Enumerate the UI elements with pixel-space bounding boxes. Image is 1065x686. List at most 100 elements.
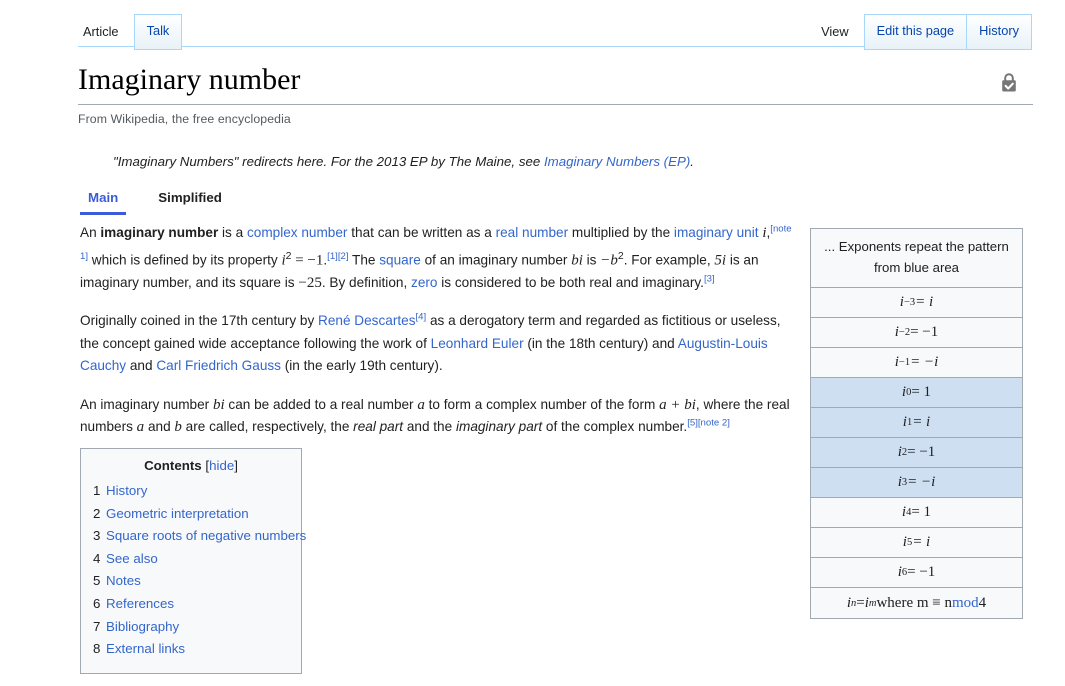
citation-ref-5-label: [5] <box>687 417 698 429</box>
toc-list: 1 History 2 Geometric interpretation 3 Squa… <box>93 480 306 661</box>
hatnote-text-before: "Imaginary Numbers" redirects here. For … <box>113 154 544 169</box>
list-item[interactable]: 2 Geometric interpretation <box>93 503 289 526</box>
link-mod[interactable]: mod <box>952 595 979 612</box>
toc-item-number: 1 <box>93 483 101 498</box>
footer-where-clause: where m ≡ n <box>876 594 952 611</box>
link-complex-number[interactable]: complex number <box>247 225 348 240</box>
citation-ref-3[interactable]: [3] <box>704 273 715 284</box>
p3-s2: can be added to a real number <box>224 396 418 412</box>
powers-of-i-table: ... Exponents repeat the pattern from bl… <box>810 228 1023 619</box>
toc-item-number: 7 <box>93 618 101 634</box>
table-row: i −2 = −1 <box>811 318 1022 348</box>
hatnote-link[interactable]: Imaginary Numbers (EP) <box>544 154 690 169</box>
view-mode-tabs: Main Simplified <box>80 190 230 215</box>
site-tagline: From Wikipedia, the free encyclopedia <box>78 112 291 126</box>
p1-s9: The <box>348 252 380 268</box>
toc-item-label: Square roots of negative numbers <box>106 528 307 544</box>
toc-item-label: Notes <box>106 573 141 589</box>
powers-table-footer: i n = im where m ≡ n mod 4 <box>811 588 1022 618</box>
tab-edit-this-page[interactable]: Edit this page <box>863 14 968 50</box>
link-real-number[interactable]: real number <box>496 225 569 240</box>
table-row: i 3 = −i <box>811 468 1022 498</box>
list-item[interactable]: 7 Bibliography <box>93 616 289 639</box>
link-square[interactable]: square <box>379 252 421 267</box>
list-item[interactable]: 6 References <box>93 593 289 616</box>
list-item[interactable]: 4 See also <box>93 548 289 571</box>
citation-ref-1[interactable]: [1] <box>327 251 338 262</box>
toc-item-label: Bibliography <box>106 618 180 634</box>
tab-talk[interactable]: Talk <box>133 14 183 50</box>
table-row: i 5 = i <box>811 528 1022 558</box>
p1-s15: is considered to be both real and imagin… <box>437 274 704 290</box>
page-title: Imaginary number <box>78 62 1033 105</box>
tab-history[interactable]: History <box>967 14 1032 50</box>
math-a-plus-bi: a + bi <box>659 396 696 413</box>
math-minus-b: −b <box>600 252 618 269</box>
list-item[interactable]: 1 History <box>93 480 289 503</box>
note-ref-2[interactable]: [note 2] <box>698 418 730 429</box>
p2-s4: and <box>126 358 157 374</box>
table-row: i −1 = −i <box>811 348 1022 378</box>
toc-bracket-close: ] <box>234 458 238 473</box>
citation-ref-4[interactable]: [4] <box>416 312 427 323</box>
toc-item-label: See also <box>106 550 158 566</box>
article-header: Imaginary number From Wikipedia, the fre… <box>78 62 1033 126</box>
row-rhs: = 1 <box>911 504 932 520</box>
namespace-tabs: Article Talk <box>78 14 183 50</box>
toc-item-number: 5 <box>93 573 101 589</box>
emphasis-imaginary-part: imaginary part <box>455 419 543 435</box>
citation-ref-1-label: [1] <box>327 250 338 262</box>
table-row: i 6 = −1 <box>811 558 1022 588</box>
emphasis-real-part: real part <box>353 419 404 435</box>
toc-hide-link[interactable]: hide <box>209 458 234 473</box>
link-imaginary-unit[interactable]: imaginary unit <box>674 225 759 240</box>
link-zero[interactable]: zero <box>411 275 437 290</box>
p1-s1: An <box>80 225 101 240</box>
paragraph-complex-form: An imaginary number bi can be added to a… <box>80 394 794 439</box>
citation-ref-3-label: [3] <box>703 273 715 284</box>
powers-table-header-line2: from blue area <box>873 260 960 275</box>
toc-item-number: 8 <box>93 641 101 657</box>
tab-article[interactable]: Article <box>78 15 134 50</box>
tab-simplified[interactable]: Simplified <box>150 190 230 215</box>
table-row: i −3 = i <box>811 288 1022 318</box>
footer-equals: = <box>856 594 865 611</box>
toc-item-label: Geometric interpretation <box>106 505 249 521</box>
padlock-check-icon[interactable] <box>999 72 1019 94</box>
math-5i: 5i <box>714 252 727 269</box>
p1-s14: . By definition, <box>321 274 412 290</box>
p2-s1: Originally coined in the 17th century by <box>80 313 319 329</box>
citation-ref-5[interactable]: [5] <box>687 418 698 429</box>
action-tabs: View Edit this page History <box>816 14 1032 50</box>
p3-s3: to form a complex number of the form <box>424 396 660 412</box>
row-rhs: = −1 <box>910 324 939 340</box>
paragraph-definition: An imaginary number is a complex number … <box>80 222 794 294</box>
row-exponent: −2 <box>898 327 911 338</box>
list-item[interactable]: 5 Notes <box>93 570 289 593</box>
link-carl-friedrich-gauss[interactable]: Carl Friedrich Gauss <box>156 358 281 373</box>
table-of-contents: Contents [hide] 1 History 2 Geometric inte… <box>80 448 306 674</box>
link-leonhard-euler[interactable]: Leonhard Euler <box>431 336 524 351</box>
hatnote: "Imaginary Numbers" redirects here. For … <box>113 152 893 172</box>
p1-s2: is a <box>218 225 247 240</box>
toc-item-label: External links <box>106 641 186 657</box>
p3-s6: are called, respectively, the <box>181 419 354 435</box>
list-item[interactable]: 3 Square roots of negative numbers <box>93 525 306 548</box>
citation-ref-2[interactable]: [2] <box>338 251 349 262</box>
tab-main[interactable]: Main <box>80 190 127 215</box>
p1-s3: that can be written as a <box>347 225 496 240</box>
tab-view[interactable]: View <box>816 15 864 50</box>
math-b: b <box>174 419 182 436</box>
toc-item-number: 2 <box>93 505 101 521</box>
p2-s5: (in the early 19th century). <box>280 358 443 374</box>
link-rene-descartes[interactable]: René Descartes <box>318 313 415 328</box>
note-ref-2-label: [note 2] <box>697 417 730 429</box>
row-rhs: = −i <box>910 354 939 370</box>
row-rhs: = −i <box>907 474 936 490</box>
p1-s12: . For example, <box>623 252 715 268</box>
citation-ref-2-label: [2] <box>337 250 349 262</box>
p1-s11: is <box>582 252 601 268</box>
list-item[interactable]: 8 External links <box>93 638 289 661</box>
article-body: An imaginary number is a complex number … <box>80 222 794 455</box>
math-equals-minus-one: = −1 <box>291 252 324 269</box>
